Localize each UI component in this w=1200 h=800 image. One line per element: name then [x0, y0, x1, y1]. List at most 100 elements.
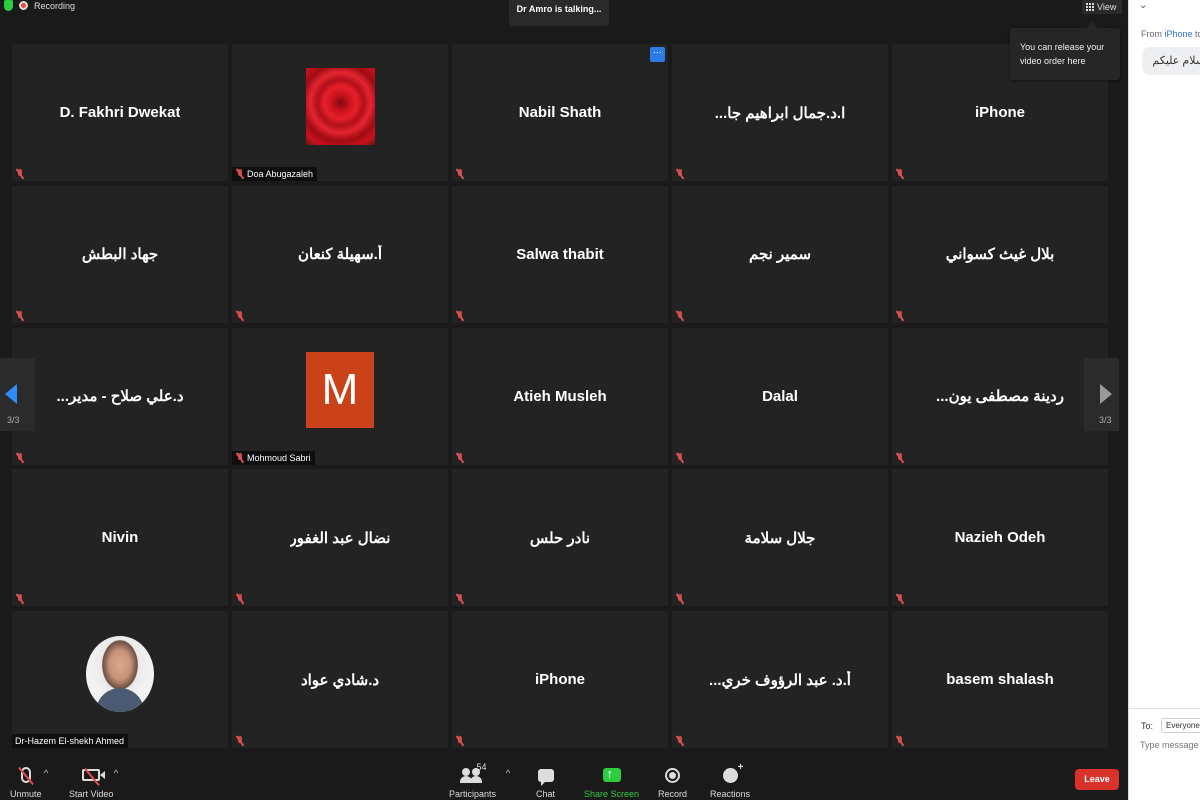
mic-muted-icon [455, 594, 465, 604]
chat-button[interactable]: Chat [536, 764, 555, 799]
video-tile[interactable]: Salwa thabit [452, 185, 668, 323]
participant-name: Dr-Hazem El-shekh Ahmed [15, 736, 125, 746]
video-tile[interactable]: basem shalash [892, 611, 1108, 748]
participant-name: Nazieh Odeh [954, 529, 1046, 547]
mic-muted-icon [235, 169, 245, 179]
video-tile[interactable]: نادر حلس [452, 469, 668, 607]
mic-muted-icon [15, 594, 25, 604]
recipient-value: Everyone [1166, 721, 1200, 730]
meeting-toolbar: Unmute ^ Start Video ^ 54 Participants ^… [0, 752, 1128, 800]
share-screen-button[interactable]: Share Screen [584, 764, 639, 799]
tile-more-options-button[interactable]: ··· [650, 47, 665, 62]
participant-name: basem shalash [946, 671, 1054, 688]
chat-panel: ⌄ From iPhone to السلام عليكم To: Everyo… [1128, 0, 1200, 800]
top-bar: Recording Dr Amro is talking... View [0, 0, 1128, 30]
mic-muted-icon [675, 736, 685, 746]
participant-label: Dr-Hazem El-shekh Ahmed [12, 734, 129, 748]
reactions-button[interactable]: Reactions [710, 762, 751, 800]
camera-off-icon [82, 769, 106, 781]
participant-name: د.شادي عواد [300, 671, 380, 689]
video-grid: D. Fakhri Dwekat Doa Abugazaleh Nabil Shat… [12, 44, 1108, 748]
mic-muted-icon [15, 310, 25, 321]
video-tile[interactable]: جهاد البطش [12, 185, 228, 323]
participant-name: ...ا.د.جمال ابراهيم جا [714, 104, 846, 122]
participant-name: جلال سلامة [744, 529, 816, 547]
participant-name: D. Fakhri Dwekat [59, 104, 181, 121]
chat-message-input[interactable] [1140, 740, 1200, 750]
share-screen-icon [602, 766, 621, 782]
mic-muted-icon [895, 310, 905, 321]
video-options-caret[interactable]: ^ [114, 768, 118, 778]
record-dot-icon [19, 1, 28, 10]
recording-indicator[interactable]: Recording [4, 0, 75, 11]
video-tile[interactable]: Dr-Hazem El-shekh Ahmed [12, 611, 228, 748]
profile-picture [305, 68, 375, 145]
active-speaker-banner: Dr Amro is talking... [509, 0, 609, 26]
video-tile[interactable]: جلال سلامة [672, 469, 888, 607]
video-tile[interactable]: Nabil Shath [452, 44, 668, 181]
video-tile[interactable]: أ.سهيلة كنعان [232, 185, 448, 323]
participant-name: ...د.علي صلاح - مدير [56, 388, 184, 405]
video-tile[interactable]: سمير نجم [672, 185, 888, 323]
video-tile[interactable]: ...ا.د.جمال ابراهيم جا [672, 44, 888, 181]
participant-name: Nivin [101, 529, 139, 547]
chat-recipient-row: To: Everyone ⌄ [1141, 718, 1200, 733]
zoom-window: Recording Dr Amro is talking... View You… [0, 0, 1200, 800]
record-icon [665, 767, 680, 783]
video-tile[interactable]: Nivin [12, 469, 228, 607]
record-button[interactable]: Record [658, 764, 687, 799]
security-shield-icon[interactable] [4, 0, 13, 11]
start-video-label: Start Video [69, 789, 114, 799]
participant-count: 54 [476, 762, 487, 772]
leave-button[interactable]: Leave [1075, 769, 1119, 790]
video-tile[interactable]: Dalal [672, 327, 888, 465]
video-tile[interactable]: ...د.علي صلاح - مدير [12, 327, 228, 465]
participant-name: سمير نجم [748, 246, 812, 264]
mic-muted-icon [235, 452, 245, 463]
participant-name: ...أ.د. عبد الرؤوف خري [709, 671, 851, 689]
participants-options-caret[interactable]: ^ [506, 768, 510, 778]
participant-name: iPhone [534, 671, 585, 688]
chat-sender-name[interactable]: iPhone [1165, 29, 1193, 39]
meeting-area: Recording Dr Amro is talking... View You… [0, 0, 1128, 800]
video-tile[interactable]: د.شادي عواد [232, 611, 448, 748]
video-tile[interactable]: نضال عبد الغفور [232, 469, 448, 607]
video-tile[interactable]: بلال غيث كسواني [892, 185, 1108, 323]
mic-muted-icon [675, 594, 685, 604]
recording-label: Recording [34, 0, 76, 11]
participant-name: Doa Abugazaleh [247, 169, 314, 179]
video-tile[interactable]: iPhone [452, 611, 668, 748]
chat-label: Chat [536, 789, 556, 799]
participant-name: Salwa thabit [516, 245, 604, 263]
video-tile[interactable]: M Mohmoud Sabri [232, 327, 448, 465]
participants-label: Participants [449, 789, 497, 799]
mic-muted-icon [675, 169, 685, 179]
participant-label: Doa Abugazaleh [232, 167, 318, 181]
video-tile[interactable]: ...أ.د. عبد الرؤوف خري [672, 611, 888, 748]
participant-name: iPhone [974, 104, 1025, 121]
mic-muted-icon [15, 169, 25, 179]
start-video-button[interactable]: Start Video [69, 764, 113, 799]
recipient-select[interactable]: Everyone ⌄ [1161, 718, 1200, 733]
mic-muted-icon [895, 452, 905, 463]
page-indicator-right: 3/3 [1099, 415, 1112, 425]
previous-page-button[interactable]: 3/3 [0, 358, 35, 431]
participant-name: Dalal [762, 387, 798, 405]
video-tile[interactable]: ...ردينة مصطفى يون [892, 327, 1108, 465]
participant-name: جهاد البطش [81, 246, 159, 264]
next-page-button[interactable]: 3/3 [1084, 358, 1119, 431]
participant-name: ...ردينة مصطفى يون [936, 388, 1064, 405]
participants-button[interactable]: 54 Participants [449, 762, 497, 799]
video-tile[interactable]: Nazieh Odeh [892, 469, 1108, 607]
audio-options-caret[interactable]: ^ [44, 768, 48, 778]
video-tile[interactable]: Atieh Musleh [452, 327, 668, 465]
video-tile[interactable]: D. Fakhri Dwekat [12, 44, 228, 181]
unmute-button[interactable]: Unmute [10, 764, 42, 799]
participant-name: نادر حلس [529, 529, 591, 547]
mic-muted-icon [455, 310, 465, 321]
view-button[interactable]: View [1082, 0, 1122, 14]
reactions-label: Reactions [710, 789, 751, 799]
microphone-muted-icon [20, 767, 31, 783]
video-tile[interactable]: Doa Abugazaleh [232, 44, 448, 181]
chevron-down-icon[interactable]: ⌄ [1139, 0, 1147, 11]
